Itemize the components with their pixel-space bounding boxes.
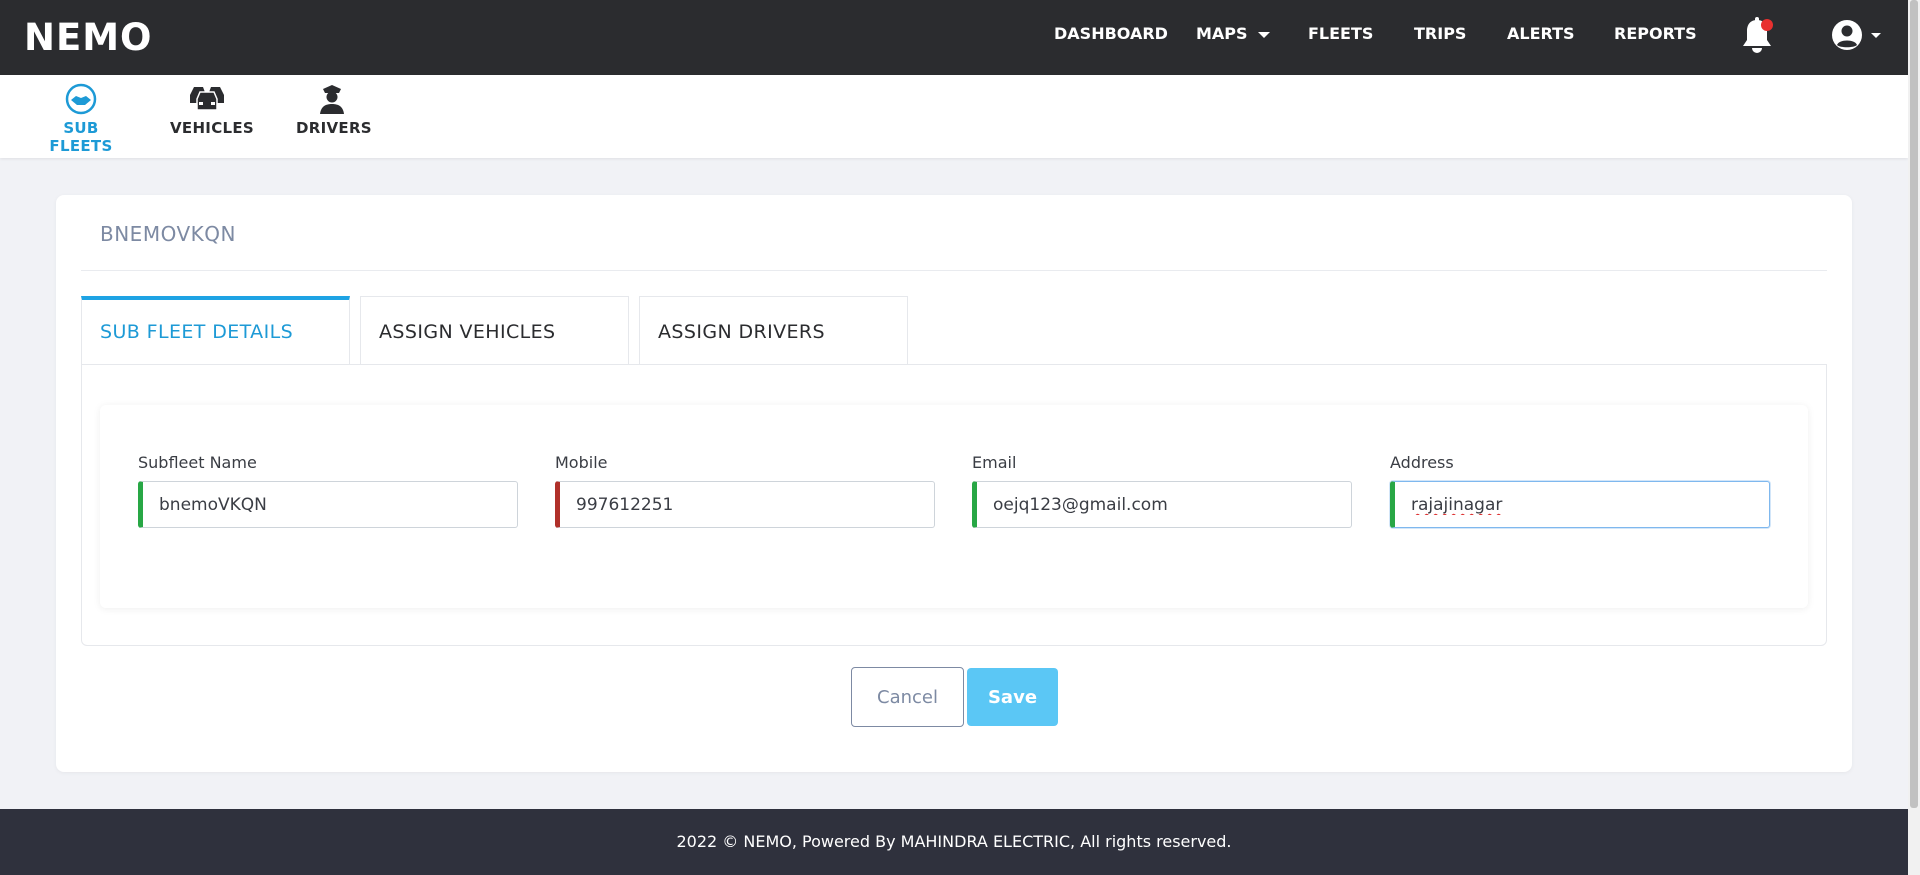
email-input[interactable] (972, 481, 1352, 528)
user-menu[interactable] (1830, 18, 1886, 54)
footer: 2022 © NEMO, Powered By MAHINDRA ELECTRI… (0, 809, 1908, 875)
address-input[interactable] (1390, 481, 1770, 528)
nemo-logo[interactable]: NEMO (24, 18, 153, 58)
sub-navigation: SUB FLEETS VEHICLES DRIVERS (0, 75, 1908, 158)
scrollbar-thumb[interactable] (1910, 0, 1918, 808)
nav-maps[interactable]: MAPS (1196, 24, 1270, 44)
card-divider (81, 270, 1827, 271)
nav-trips[interactable]: TRIPS (1414, 24, 1466, 44)
subnav-vehicles-label: VEHICLES (170, 119, 255, 137)
footer-text: 2022 © NEMO, Powered By MAHINDRA ELECTRI… (676, 832, 1232, 851)
email-label: Email (972, 453, 1017, 472)
save-button[interactable]: Save (967, 668, 1058, 726)
tab-panel: Subfleet Name Mobile Email Address (81, 364, 1827, 646)
card-title: BNEMOVKQN (100, 222, 236, 246)
subfleet-name-input[interactable] (138, 481, 518, 528)
top-navbar: NEMO DASHBOARD MAPS FLEETS TRIPS ALERTS … (0, 0, 1908, 75)
tab-assign-vehicles[interactable]: ASSIGN VEHICLES (360, 296, 629, 365)
tab-assign-drivers[interactable]: ASSIGN DRIVERS (639, 296, 908, 365)
subnav-drivers[interactable]: DRIVERS (296, 83, 372, 137)
subfleet-name-field: Subfleet Name (138, 453, 518, 528)
tab-sub-fleet-details[interactable]: SUB FLEET DETAILS (81, 296, 350, 365)
mobile-input[interactable] (555, 481, 935, 528)
caret-down-icon (1257, 31, 1270, 38)
handshake-icon (65, 83, 97, 115)
address-label: Address (1390, 453, 1454, 472)
nav-dashboard[interactable]: DASHBOARD (1054, 24, 1168, 44)
page-scrollbar[interactable] (1908, 0, 1920, 875)
mobile-label: Mobile (555, 453, 608, 472)
nav-maps-label: MAPS (1196, 24, 1248, 43)
address-field: Address (1390, 453, 1770, 528)
bell-icon[interactable] (1740, 16, 1774, 56)
driver-icon (320, 85, 344, 114)
subnav-sub-fleets-label: SUB FLEETS (49, 119, 113, 155)
nav-reports[interactable]: REPORTS (1614, 24, 1697, 44)
subnav-vehicles[interactable]: VEHICLES (170, 83, 255, 137)
form-box: Subfleet Name Mobile Email Address (100, 405, 1808, 608)
user-circle-icon (1832, 20, 1881, 50)
subnav-sub-fleets[interactable]: SUB FLEETS (34, 83, 128, 155)
cars-icon (190, 87, 224, 111)
nav-alerts[interactable]: ALERTS (1507, 24, 1575, 44)
email-field: Email (972, 453, 1352, 528)
mobile-field: Mobile (555, 453, 935, 528)
cancel-button[interactable]: Cancel (851, 667, 964, 727)
sub-fleet-card: BNEMOVKQN SUB FLEET DETAILS ASSIGN VEHIC… (56, 195, 1852, 772)
notification-dot (1761, 19, 1773, 31)
subnav-drivers-label: DRIVERS (296, 119, 372, 137)
nav-fleets[interactable]: FLEETS (1308, 24, 1373, 44)
subfleet-name-label: Subfleet Name (138, 453, 257, 472)
